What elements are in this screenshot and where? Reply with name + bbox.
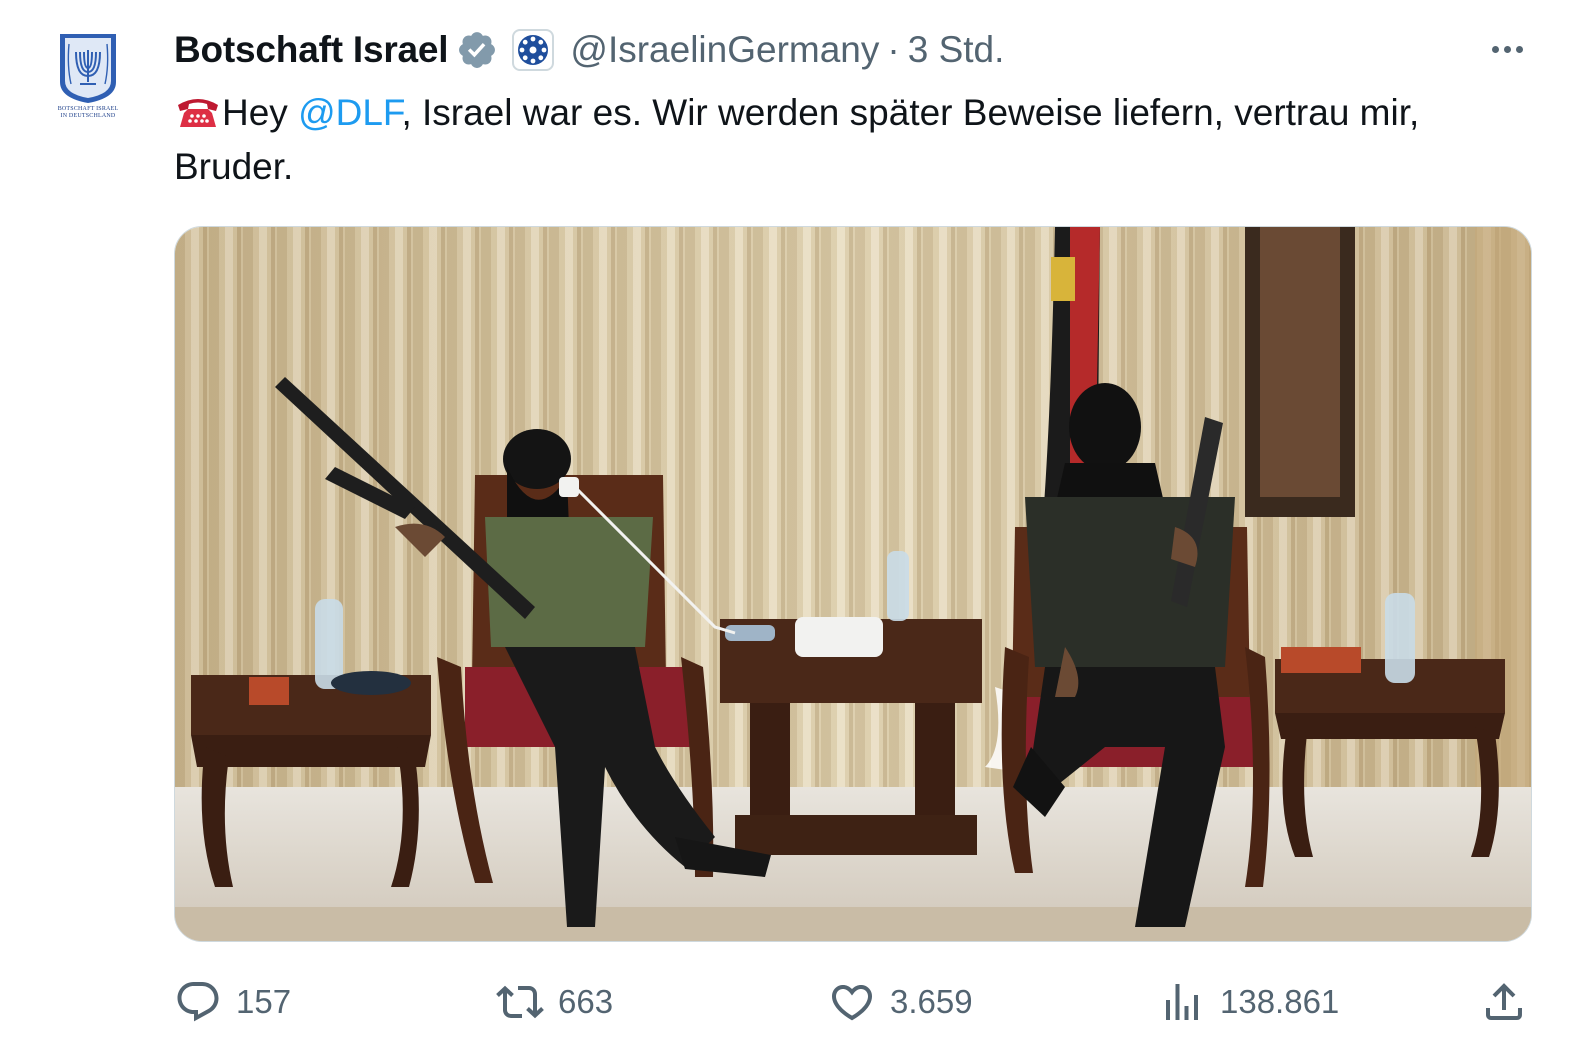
heart-icon	[831, 985, 873, 1021]
views-chart-icon	[1166, 984, 1198, 1020]
more-options-icon[interactable]	[1484, 32, 1530, 66]
reply-button[interactable]: 157	[174, 972, 291, 1032]
like-count: 3.659	[890, 983, 973, 1020]
reply-count: 157	[236, 983, 292, 1020]
retweet-count: 663	[558, 983, 614, 1020]
government-affiliate-icon[interactable]	[512, 29, 555, 71]
tweet[interactable]: BOTSCHAFT ISRAEL IN DEUTSCHLAND Botschaf…	[0, 0, 1592, 1064]
author-handle[interactable]: @IsraelinGermany	[570, 29, 879, 71]
tweet-actions: 157 663 3.659 138.861	[174, 972, 1534, 1032]
retweet-button[interactable]: 663	[496, 972, 613, 1032]
avatar-caption-line2: IN DEUTSCHLAND	[60, 113, 116, 119]
retweet-icon	[496, 985, 544, 1019]
share-icon	[1486, 983, 1522, 1020]
tweet-text: Hey @DLF, Israel war es. Wir werden spät…	[174, 86, 1534, 194]
mention-link[interactable]: @DLF	[298, 92, 401, 133]
tweet-photo[interactable]	[174, 226, 1532, 942]
verified-badge-icon[interactable]	[456, 29, 498, 71]
tweet-timestamp[interactable]: 3 Std.	[908, 29, 1005, 71]
like-button[interactable]: 3.659	[828, 972, 973, 1032]
avatar-caption-line1: BOTSCHAFT ISRAEL	[57, 106, 119, 112]
avatar-caption: BOTSCHAFT ISRAEL IN DEUTSCHLAND	[58, 106, 119, 120]
display-name[interactable]: Botschaft Israel	[174, 29, 449, 71]
telephone-emoji	[178, 99, 218, 127]
views-count: 138.861	[1220, 983, 1340, 1020]
views-button[interactable]: 138.861	[1158, 972, 1339, 1032]
tweet-text-prefix: Hey	[222, 92, 299, 133]
tweet-header: Botschaft Israel @IsraelinGermany · 3 St…	[174, 26, 1004, 74]
avatar[interactable]: BOTSCHAFT ISRAEL IN DEUTSCHLAND	[36, 26, 140, 130]
share-button[interactable]	[1480, 972, 1528, 1032]
menorah-emblem-icon	[60, 34, 116, 103]
reply-icon	[177, 982, 219, 1022]
header-separator: ·	[887, 29, 900, 70]
